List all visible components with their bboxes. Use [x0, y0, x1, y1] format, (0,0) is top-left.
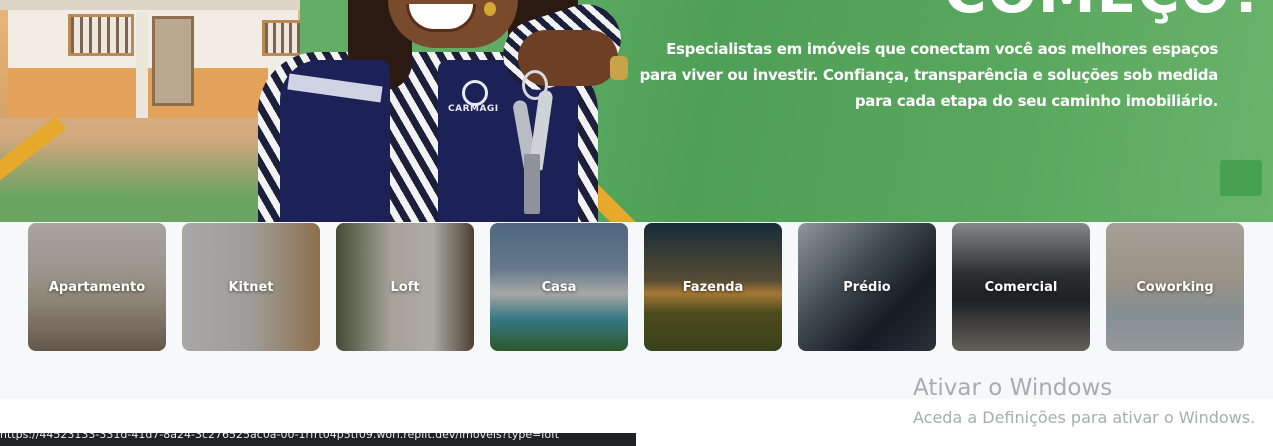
hero-headline: COMEÇO? [944, 0, 1266, 26]
hero-description: Especialistas em imóveis que conectam vo… [639, 40, 1219, 110]
category-label: Comercial [984, 279, 1058, 295]
category-card-predio[interactable]: Prédio [798, 223, 936, 351]
windows-activation-title: Ativar o Windows [913, 375, 1113, 401]
category-card-comercial[interactable]: Comercial [952, 223, 1090, 351]
category-card-apartamento[interactable]: Apartamento [28, 223, 166, 351]
house-window [68, 14, 134, 56]
category-label: Loft [390, 279, 420, 295]
category-card-kitnet[interactable]: Kitnet [182, 223, 320, 351]
category-label: Kitnet [228, 279, 274, 295]
category-card-loft[interactable]: Loft [336, 223, 474, 351]
vest-logo: CARMAGI [448, 80, 508, 124]
category-label: Prédio [843, 279, 891, 295]
windows-activation-subtitle: Aceda a Definições para ativar o Windows… [913, 408, 1256, 427]
category-card-casa[interactable]: Casa [490, 223, 628, 351]
hero-banner: CARMAGI COMEÇO? Especialistas em imóveis… [0, 0, 1273, 222]
category-label: Coworking [1136, 279, 1214, 295]
house-door [152, 16, 194, 106]
category-label: Fazenda [682, 279, 744, 295]
hero-scroll-button[interactable] [1220, 160, 1262, 196]
agent-holding-keys-photo: CARMAGI [238, 0, 658, 222]
category-label: Apartamento [48, 279, 146, 295]
status-url: https://44523133-331d-41d7-8a24-3c276525… [0, 433, 560, 441]
link-status-bar: https://44523133-331d-41d7-8a24-3c276525… [0, 433, 636, 446]
keys-icon [508, 70, 568, 220]
watch-icon [610, 56, 628, 80]
category-label: Casa [541, 279, 577, 295]
category-card-fazenda[interactable]: Fazenda [644, 223, 782, 351]
category-card-coworking[interactable]: Coworking [1106, 223, 1244, 351]
